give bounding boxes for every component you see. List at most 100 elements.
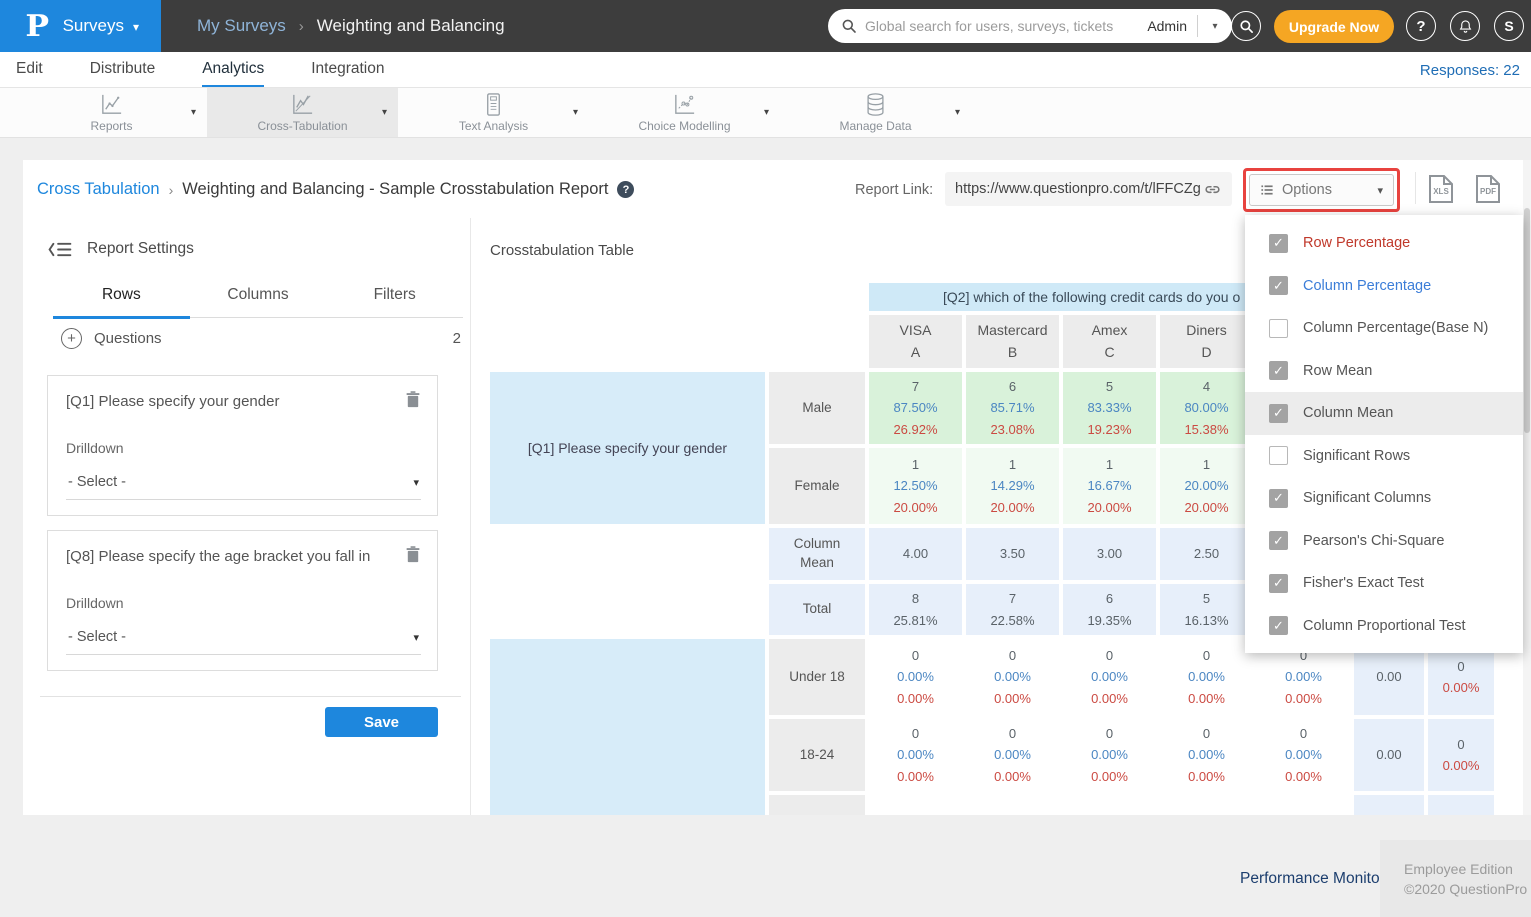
menu-item-row-mean[interactable]: ✓Row Mean [1245,350,1523,393]
row-header-18-24: 18-24 [769,719,865,791]
menu-item-row-percentage[interactable]: ✓Row Percentage [1245,222,1523,265]
data-cell: 2.50 [1160,528,1253,580]
data-cell: 4.00 [869,528,962,580]
breadcrumb-my-surveys[interactable]: My Surveys [197,16,286,36]
row-header-male: Male [769,372,865,444]
search-scope-selector[interactable]: Admin [1147,18,1187,34]
checked-checkbox[interactable]: ✓ [1269,574,1288,593]
vertical-scrollbar[interactable] [1523,160,1531,815]
checked-checkbox[interactable]: ✓ [1269,234,1288,253]
divider [40,696,461,697]
checked-checkbox[interactable]: ✓ [1269,361,1288,380]
export-xls-button[interactable]: XLS [1428,174,1454,204]
help-button[interactable]: ? [1406,11,1436,41]
database-icon [863,92,888,117]
data-cell: 120.00%20.00% [1160,448,1253,524]
question-mark-icon: ? [1416,18,1425,35]
row-mean-cell: 0.00 [1354,719,1424,791]
chevron-down-icon[interactable]: ▾ [191,107,196,118]
data-cell: 516.13% [1160,584,1253,635]
collapse-panel-icon[interactable] [47,241,73,258]
chevron-down-icon: ▾ [413,631,419,644]
nav-item-integration[interactable]: Integration [311,52,384,87]
data-cell: 3.50 [966,528,1059,580]
checked-checkbox[interactable]: ✓ [1269,616,1288,635]
nav-item-distribute[interactable]: Distribute [90,52,155,87]
questionpro-logo: P [25,9,49,44]
tab-rows[interactable]: Rows [53,278,190,319]
column-header-visa: VISAA [869,315,962,368]
breadcrumb: My Surveys › Weighting and Balancing [197,0,505,52]
checked-checkbox[interactable]: ✓ [1269,404,1288,423]
search-scope-caret[interactable]: ▾ [1198,21,1232,32]
data-cell: 116.67%20.00% [1063,448,1156,524]
question-card-title: [Q8] Please specify the age bracket you … [66,548,393,565]
report-url[interactable]: https://www.questionpro.com/t/lFFCZg [955,181,1203,197]
nav-item-analytics[interactable]: Analytics [202,52,264,87]
menu-item-label: Column Mean [1303,405,1393,421]
data-cell: 00.00%0.00% [1063,719,1156,791]
toolbar-item-choice-modelling[interactable]: Choice Modelling▾ [589,88,780,137]
data-cell: 3.00 [1063,528,1156,580]
chevron-down-icon[interactable]: ▾ [764,107,769,118]
trash-icon[interactable] [405,545,421,564]
menu-item-significant-columns[interactable]: ✓Significant Columns [1245,477,1523,520]
user-avatar[interactable]: S [1494,11,1524,41]
trash-icon[interactable] [405,390,421,409]
global-search[interactable]: Admin ▾ [828,9,1232,43]
menu-item-label: Pearson's Chi-Square [1303,533,1444,549]
search-submit-button[interactable] [1231,11,1261,41]
data-cell: 787.50%26.92% [869,372,962,444]
menu-item-label: Column Proportional Test [1303,618,1466,634]
chevron-down-icon[interactable]: ▾ [955,107,960,118]
menu-item-pearson-s-chi-square[interactable]: ✓ Pearson's Chi-Square [1245,520,1523,563]
checked-checkbox[interactable]: ✓ [1269,531,1288,550]
data-cell: 480.00%15.38% [1160,372,1253,444]
checked-checkbox[interactable]: ✓ [1269,276,1288,295]
menu-item-column-proportional-test[interactable]: ✓ Column Proportional Test [1245,605,1523,648]
tab-filters[interactable]: Filters [326,278,463,319]
search-icon [1239,19,1254,34]
questions-count: 2 [453,330,461,347]
chevron-down-icon[interactable]: ▾ [573,107,578,118]
toolbar-item-cross-tabulation[interactable]: Cross-Tabulation▾ [207,88,398,137]
export-pdf-button[interactable]: PDF [1475,174,1501,204]
checked-checkbox[interactable]: ✓ [1269,489,1288,508]
toolbar-item-manage-data[interactable]: Manage Data▾ [780,88,971,137]
global-search-input[interactable] [865,18,1147,34]
menu-item-column-mean[interactable]: ✓ Column Mean [1245,392,1523,435]
menu-item-significant-rows[interactable]: Significant Rows [1245,435,1523,478]
product-menu[interactable]: P Surveys ▾ [0,0,161,52]
tab-columns[interactable]: Columns [190,278,327,319]
toolbar-item-text-analysis[interactable]: Text Analysis▾ [398,88,589,137]
cross-tabulation-link[interactable]: Cross Tabulation [37,180,160,199]
help-icon[interactable]: ? [617,181,634,198]
menu-item-column-percentage-base-n[interactable]: Column Percentage(Base N) [1245,307,1523,350]
menu-item-fisher-s-exact-test[interactable]: ✓Fisher's Exact Test [1245,562,1523,605]
chevron-down-icon[interactable]: ▾ [382,107,387,118]
drilldown-label: Drilldown [66,595,124,611]
nav-item-edit[interactable]: Edit [16,52,43,87]
chevron-down-icon: ▾ [413,476,419,489]
link-icon[interactable] [1203,180,1222,199]
scrollbar-thumb[interactable] [1524,208,1530,433]
unchecked-checkbox[interactable] [1269,446,1288,465]
row-group-header: [Q1] Please specify your gender [490,372,765,524]
report-link-field[interactable]: https://www.questionpro.com/t/lFFCZg [945,172,1232,206]
report-title: Weighting and Balancing - Sample Crossta… [182,180,608,199]
upgrade-now-button[interactable]: Upgrade Now [1274,10,1394,43]
save-button[interactable]: Save [325,707,438,737]
row-total-cell: 00.00% [1428,719,1494,791]
drilldown-select[interactable]: - Select -▾ [66,470,421,500]
notifications-button[interactable] [1450,11,1480,41]
column-header-mastercard: MastercardB [966,315,1059,368]
options-button[interactable]: Options ▾ [1249,174,1394,206]
unchecked-checkbox[interactable] [1269,319,1288,338]
questions-row: + Questions 2 [61,328,461,349]
add-question-button[interactable]: + [61,328,82,349]
row-header-column-mean: Column Mean [769,528,865,580]
menu-item-column-percentage[interactable]: ✓Column Percentage [1245,265,1523,308]
performance-monitor-link[interactable]: Performance Monitor [1240,870,1385,888]
drilldown-select[interactable]: - Select -▾ [66,625,421,655]
toolbar-item-reports[interactable]: Reports▾ [16,88,207,137]
